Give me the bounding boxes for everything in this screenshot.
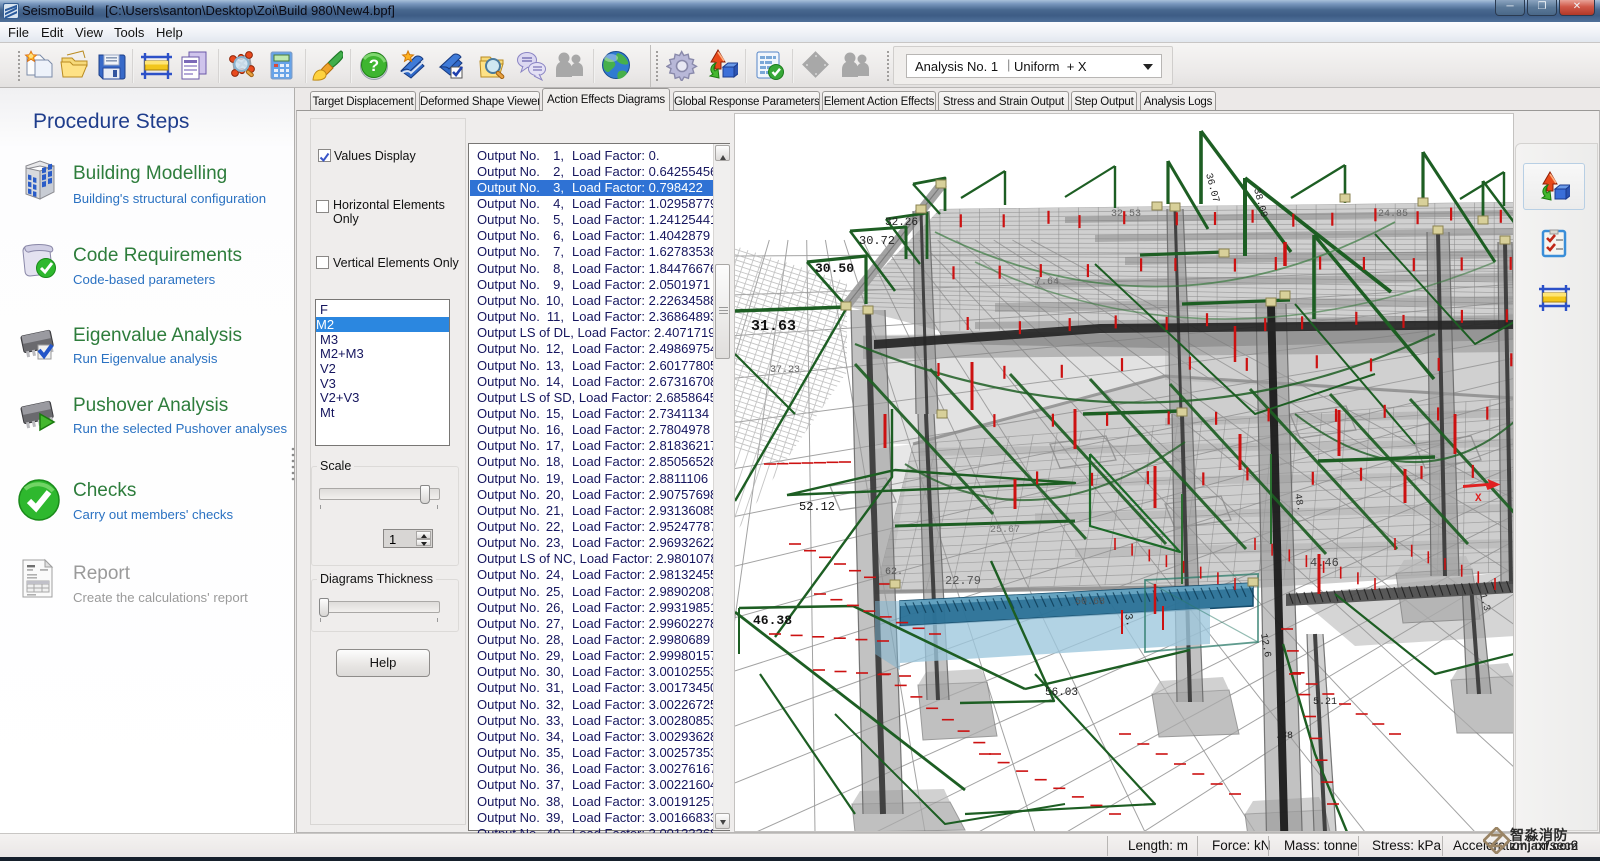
svg-text:?: ? <box>369 56 379 75</box>
svg-text:37.23: 37.23 <box>770 365 800 376</box>
svg-text:62.: 62. <box>885 567 903 578</box>
svg-text:22.79: 22.79 <box>945 574 981 588</box>
svg-text:56.03: 56.03 <box>1045 687 1078 699</box>
svg-text:50.68: 50.68 <box>1075 597 1105 608</box>
svg-text:3.: 3. <box>1121 613 1135 628</box>
svg-text:.38: .38 <box>1275 731 1293 742</box>
svg-text:5.21: 5.21 <box>1313 697 1337 708</box>
svg-text:30.72: 30.72 <box>859 234 895 248</box>
svg-text:52.12: 52.12 <box>799 500 835 514</box>
svg-text:32.26: 32.26 <box>885 217 918 229</box>
svg-text:25.67: 25.67 <box>990 525 1020 536</box>
svg-text:4.46: 4.46 <box>1310 556 1339 570</box>
svg-text:7.64: 7.64 <box>1035 277 1059 288</box>
svg-text:30.50: 30.50 <box>815 261 854 276</box>
svg-text:31.63: 31.63 <box>751 318 796 335</box>
svg-text:32.53: 32.53 <box>1111 209 1141 220</box>
svg-text:46.38: 46.38 <box>753 613 792 628</box>
svg-text:X: X <box>1475 493 1482 505</box>
svg-text:24.85: 24.85 <box>1378 209 1408 220</box>
svg-text:36.07: 36.07 <box>1202 172 1220 204</box>
